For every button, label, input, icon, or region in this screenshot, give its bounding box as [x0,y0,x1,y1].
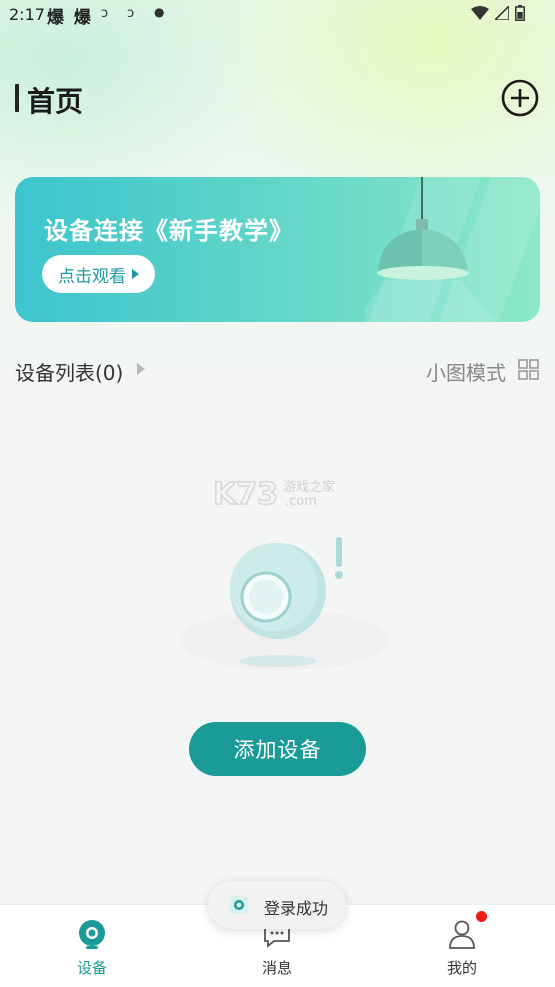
tab-messages-label: 消息 [261,959,292,977]
page-title: 首页 [27,85,84,118]
watermark-logo: K73 游戏之家 .com [213,476,335,510]
sync-icon: ↄ [127,6,135,21]
profile-icon [449,920,475,949]
add-device-icon[interactable] [501,79,539,117]
title-accent-bar [15,84,19,112]
tab-profile-label: 我的 [446,959,477,977]
lamp-illustration [365,177,495,322]
watch-tutorial-label: 点击观看 [58,266,126,287]
wifi-icon [471,6,489,20]
toast-text: 登录成功 [264,899,329,918]
notification-icons: 爆 爆 [47,8,93,28]
signal-icon [495,6,509,20]
battery-icon [515,5,525,21]
watch-tutorial-button[interactable]: 点击观看 [42,255,155,293]
app-icon [230,896,248,914]
add-device-button[interactable]: 添加设备 [189,722,366,776]
tutorial-banner[interactable]: 设备连接《新手教学》 点击观看 [15,177,540,322]
empty-camera-illustration [180,537,390,670]
chevron-right-icon[interactable] [137,363,145,375]
device-list-title[interactable]: 设备列表(0) [15,357,123,386]
grid-view-icon[interactable] [518,359,539,380]
watermark-domain: .com [285,494,317,509]
watermark-sub: 游戏之家 [283,479,335,495]
status-bar: 2:17 爆 爆 ↄ ↄ ● [0,0,555,30]
status-indicators [471,5,525,21]
tab-devices-label: 设备 [76,959,107,977]
tab-profile[interactable]: 我的 [402,905,522,987]
notification-badge [476,911,487,922]
camera-icon [79,920,105,949]
banner-title: 设备连接《新手教学》 [44,217,294,245]
sync-icon: ↄ [101,6,109,21]
login-success-toast: 登录成功 [208,881,346,929]
watermark-brand: K73 [213,477,278,510]
tab-devices[interactable]: 设备 [32,905,152,987]
view-mode-label[interactable]: 小图模式 [426,357,506,386]
more-notifications-icon: ● [154,5,165,19]
status-time: 2:17 [9,5,45,24]
play-arrow-icon [132,269,139,279]
